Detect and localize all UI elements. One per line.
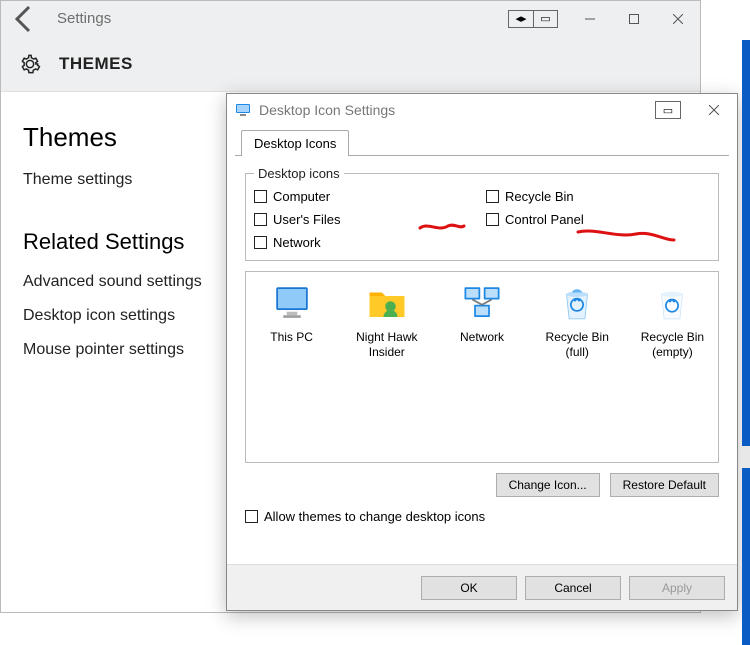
desktop-icon-settings-dialog: Desktop Icon Settings ▭ Desktop Icons De… [226, 93, 738, 611]
dialog-footer: OK Cancel Apply [227, 564, 737, 610]
preview-recycle-full[interactable]: Recycle Bin (full) [536, 282, 619, 360]
close-button[interactable] [656, 4, 700, 34]
apply-button[interactable]: Apply [629, 576, 725, 600]
preview-label: This PC [270, 330, 313, 345]
panel-icon: ▭ [656, 102, 680, 118]
pc-icon [271, 282, 313, 324]
preview-network[interactable]: Network [440, 282, 523, 345]
settings-header: THEMES [1, 36, 700, 92]
checkbox-computer[interactable]: Computer [254, 189, 478, 204]
display-icon [235, 102, 251, 118]
checkbox-users-files[interactable]: User's Files [254, 212, 478, 227]
dialog-title: Desktop Icon Settings [259, 102, 395, 118]
checkbox-label: Control Panel [505, 212, 584, 227]
change-icon-button[interactable]: Change Icon... [496, 473, 600, 497]
tab-panel: Desktop icons Computer Recycle Bin User'… [227, 156, 737, 532]
dual-pane-toggle[interactable]: ◂▸ ▭ [508, 10, 558, 28]
checkbox-icon [254, 213, 267, 226]
tab-strip: Desktop Icons [235, 130, 729, 156]
desktop-icons-group: Desktop icons Computer Recycle Bin User'… [245, 166, 719, 261]
restore-default-button[interactable]: Restore Default [610, 473, 719, 497]
ok-button[interactable]: OK [421, 576, 517, 600]
dialog-close-button[interactable] [699, 95, 729, 125]
checkbox-icon [245, 510, 258, 523]
maximize-button[interactable] [612, 4, 656, 34]
preview-label: Recycle Bin (full) [536, 330, 619, 360]
preview-this-pc[interactable]: This PC [250, 282, 333, 345]
cancel-button[interactable]: Cancel [525, 576, 621, 600]
bin-empty-icon [651, 282, 693, 324]
network-icon [461, 282, 503, 324]
preview-label: Recycle Bin (empty) [631, 330, 714, 360]
desktop-edge [742, 40, 750, 645]
group-legend: Desktop icons [254, 166, 344, 181]
checkbox-label: Allow themes to change desktop icons [264, 509, 485, 524]
bin-full-icon [556, 282, 598, 324]
gear-icon [19, 53, 41, 75]
checkbox-recycle-bin[interactable]: Recycle Bin [486, 189, 710, 204]
checkbox-icon [254, 236, 267, 249]
user-folder-icon [366, 282, 408, 324]
panel-icon: ▭ [533, 11, 557, 27]
minimize-button[interactable] [568, 4, 612, 34]
tab-desktop-icons[interactable]: Desktop Icons [241, 130, 349, 156]
header-label: THEMES [59, 54, 133, 74]
preview-label: Network [460, 330, 504, 345]
preview-user-folder[interactable]: Night Hawk Insider [345, 282, 428, 360]
checkbox-label: Recycle Bin [505, 189, 574, 204]
checkbox-control-panel[interactable]: Control Panel [486, 212, 710, 227]
checkbox-network[interactable]: Network [254, 235, 478, 250]
dialog-panel-toggle[interactable]: ▭ [655, 101, 681, 119]
settings-titlebar: Settings ◂▸ ▭ [1, 1, 700, 36]
checkbox-label: User's Files [273, 212, 341, 227]
checkbox-label: Computer [273, 189, 330, 204]
icon-preview-list: This PC Night Hawk Insider Network Recyc… [245, 271, 719, 463]
preview-recycle-empty[interactable]: Recycle Bin (empty) [631, 282, 714, 360]
preview-label: Night Hawk Insider [345, 330, 428, 360]
checkbox-icon [486, 190, 499, 203]
window-title: Settings [57, 10, 111, 27]
allow-themes-checkbox[interactable]: Allow themes to change desktop icons [245, 509, 719, 524]
checkbox-icon [254, 190, 267, 203]
arrows-icon: ◂▸ [509, 11, 533, 27]
dialog-titlebar: Desktop Icon Settings ▭ [227, 94, 737, 126]
checkbox-icon [486, 213, 499, 226]
checkbox-label: Network [273, 235, 321, 250]
back-button[interactable] [9, 3, 41, 35]
